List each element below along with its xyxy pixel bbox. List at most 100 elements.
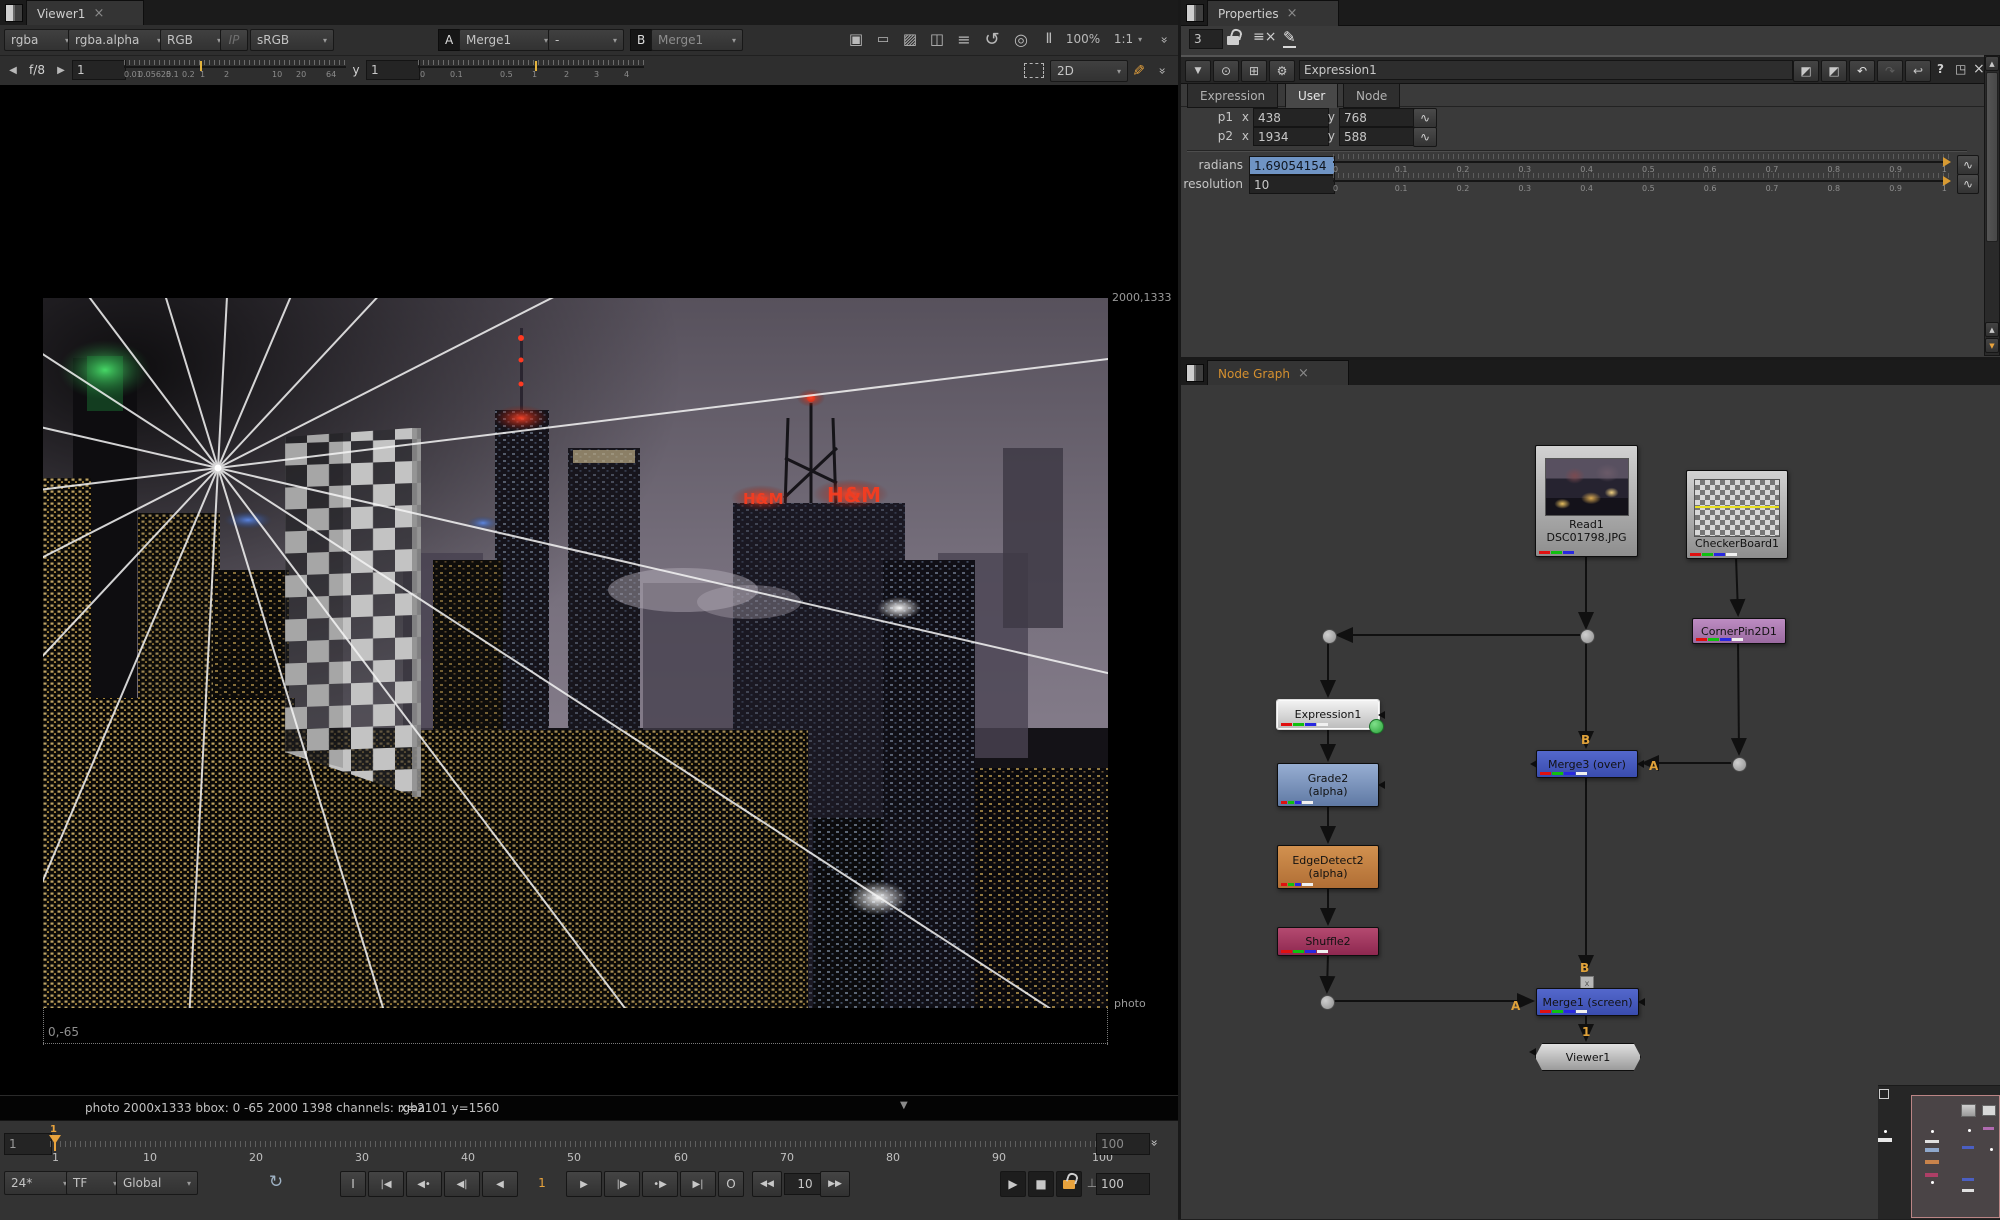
refresh-icon[interactable]: ↺: [980, 29, 1004, 49]
layer-dropdown[interactable]: rgba.alpha▾: [68, 29, 168, 51]
play-forward-button[interactable]: ▶: [566, 1171, 602, 1197]
mask-input-stub[interactable]: [1638, 998, 1645, 1006]
input-process-button[interactable]: IP: [220, 29, 248, 51]
lut-dropdown[interactable]: sRGB▾: [250, 29, 334, 51]
radians-curve-button[interactable]: ∿: [1957, 155, 1979, 175]
frame-range-button[interactable]: O: [718, 1171, 744, 1197]
resolution-input[interactable]: 10: [1249, 175, 1335, 194]
range-end-display[interactable]: 100: [1096, 1133, 1150, 1155]
flipbook-play-button[interactable]: ▶: [1000, 1171, 1026, 1197]
range-end-input[interactable]: 100: [1096, 1173, 1150, 1195]
elbow-dot[interactable]: [1580, 629, 1595, 644]
tab-properties[interactable]: Properties ×: [1207, 0, 1339, 26]
p1-x-input[interactable]: 438: [1253, 108, 1329, 127]
undo-button[interactable]: ↶: [1849, 60, 1875, 82]
close-icon[interactable]: ×: [1298, 366, 1309, 381]
frame-display-icon[interactable]: ▣: [845, 29, 867, 49]
a-input-badge[interactable]: A: [438, 29, 460, 51]
postage-stamp-button[interactable]: ⊞: [1241, 60, 1267, 82]
center-node-button[interactable]: ⊙: [1213, 60, 1239, 82]
jump-back-button[interactable]: ◀◀: [752, 1171, 782, 1197]
fstop-label[interactable]: f/8: [22, 61, 52, 79]
clear-panels-icon[interactable]: ≡×: [1253, 29, 1276, 45]
nodegraph-minimap[interactable]: [1878, 1085, 2000, 1219]
collapse-bar-icon[interactable]: »: [1154, 60, 1172, 80]
viewer-input-stub[interactable]: [1529, 1048, 1536, 1056]
float-viewer-icon[interactable]: ◫: [926, 29, 948, 49]
jump-forward-button[interactable]: ▶▶: [820, 1171, 850, 1197]
scroll-up-button[interactable]: ▲: [1985, 56, 1999, 71]
pixel-aspect-dropdown[interactable]: 1:1▾: [1106, 29, 1150, 49]
p2-y-input[interactable]: 588: [1339, 127, 1415, 146]
b-input-badge[interactable]: B: [630, 29, 652, 51]
help-icon[interactable]: ?: [1937, 62, 1944, 76]
gain-slider[interactable]: 0.01 0.05625 0.1 0.2 1 2 10 20 64: [124, 59, 346, 83]
tab-expression[interactable]: Expression: [1187, 83, 1278, 108]
channel-check-button-1[interactable]: ◩: [1793, 60, 1819, 82]
b-buffer-dropdown[interactable]: Merge1▾: [651, 29, 743, 51]
node-checkerboard1[interactable]: CheckerBoard1: [1686, 470, 1788, 559]
panel-handle-icon[interactable]: [1186, 364, 1204, 382]
range-mode-dropdown[interactable]: Global▾: [116, 1171, 198, 1195]
eyedropper-icon[interactable]: ✎: [1128, 60, 1148, 80]
a-buffer-dropdown[interactable]: Merge1▾: [459, 29, 555, 51]
tab-user[interactable]: User: [1285, 83, 1338, 108]
crop-display-icon[interactable]: ▭: [872, 29, 894, 49]
scroll-up-button-2[interactable]: ▲: [1985, 322, 1999, 337]
scroll-down-button[interactable]: ▼: [1985, 338, 1999, 353]
properties-scrollbar[interactable]: ▲ ▲ ▼: [1984, 55, 2000, 356]
panel-handle-icon[interactable]: [5, 4, 23, 22]
collapse-infobar-icon[interactable]: ▼: [900, 1100, 908, 1111]
gain-input[interactable]: 1: [72, 60, 126, 80]
elbow-dot[interactable]: [1320, 995, 1335, 1010]
close-panel-icon[interactable]: ×: [1973, 61, 1985, 77]
roi-icon[interactable]: [1024, 63, 1044, 78]
unlock-icon[interactable]: [1227, 36, 1239, 45]
viewer-canvas[interactable]: H&M H&M: [0, 85, 1178, 1095]
lock-range-button[interactable]: [1056, 1171, 1082, 1197]
render-stop-button[interactable]: ■: [1028, 1171, 1054, 1197]
gain-prev-icon[interactable]: ◀: [6, 61, 20, 79]
next-keyframe-button[interactable]: •▶: [642, 1171, 678, 1197]
mask-input-stub[interactable]: [1378, 781, 1385, 789]
elbow-dot[interactable]: [1322, 629, 1337, 644]
redo-button[interactable]: ↷: [1877, 60, 1903, 82]
gain-next-icon[interactable]: ▶: [54, 61, 68, 79]
timeline-ruler[interactable]: 1 1 10 20 30 40 50 60 70 80 90 100: [50, 1127, 1130, 1165]
revert-button[interactable]: ↩: [1905, 60, 1931, 82]
close-icon[interactable]: ×: [1287, 6, 1298, 21]
collapse-timeline-icon[interactable]: »: [1152, 1135, 1157, 1149]
node-merge1[interactable]: Merge1 (screen): [1536, 988, 1639, 1016]
step-forward-button[interactable]: |▶: [604, 1171, 640, 1197]
pencil-icon[interactable]: ✎: [1283, 28, 1296, 48]
goto-start-button[interactable]: |◀: [368, 1171, 404, 1197]
p1-y-input[interactable]: 768: [1339, 108, 1415, 127]
range-start-input[interactable]: 1: [4, 1133, 52, 1155]
gamma-slider[interactable]: 0 0.1 0.5 1 2 3 4: [418, 59, 644, 83]
node-expression1[interactable]: Expression1: [1277, 700, 1379, 729]
channels-dropdown[interactable]: rgba▾: [4, 29, 76, 51]
step-back-button[interactable]: ◀|: [444, 1171, 480, 1197]
menu-lines-icon[interactable]: ≡: [953, 29, 975, 49]
loop-mode-icon[interactable]: ↻: [264, 1171, 288, 1193]
node-color-button[interactable]: ⚙: [1269, 60, 1295, 82]
nodegraph-canvas[interactable]: Read1 DSC01798.JPG CheckerBoard1 CornerP…: [1181, 385, 2000, 1219]
p1-curve-button[interactable]: ∿: [1413, 108, 1437, 128]
blend-mode-dropdown[interactable]: -▾: [548, 29, 624, 51]
node-cornerpin2d1[interactable]: CornerPin2D1: [1692, 618, 1786, 644]
node-viewer1[interactable]: Viewer1: [1535, 1043, 1641, 1071]
frame-lock-button[interactable]: I: [340, 1171, 366, 1197]
play-backward-button[interactable]: ◀: [482, 1171, 518, 1197]
collapse-toolbar-icon[interactable]: »: [1156, 29, 1174, 49]
close-icon[interactable]: ×: [93, 6, 104, 21]
safe-zones-icon[interactable]: ◎: [1009, 29, 1033, 49]
view-mode-dropdown[interactable]: 2D▾: [1050, 60, 1128, 82]
mask-input-stub[interactable]: [1637, 760, 1644, 768]
viewer-image[interactable]: H&M H&M: [43, 298, 1108, 1008]
float-panel-icon[interactable]: ◳: [1955, 62, 1966, 76]
node-grade2[interactable]: Grade2 (alpha): [1277, 763, 1379, 807]
collapse-panel-button[interactable]: ▼: [1185, 60, 1211, 82]
mask-input-stub[interactable]: [1378, 711, 1385, 719]
tab-viewer1[interactable]: Viewer1 ×: [26, 0, 144, 26]
node-name-input[interactable]: Expression1: [1299, 60, 1793, 80]
